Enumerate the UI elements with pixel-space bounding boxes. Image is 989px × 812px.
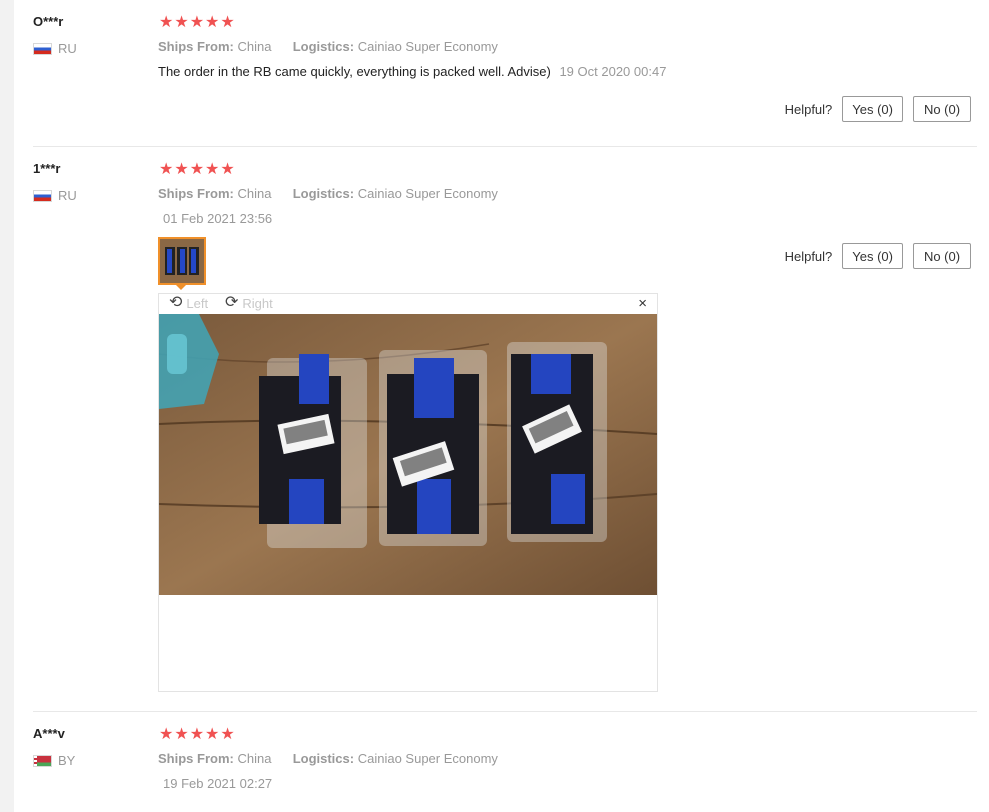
thumbnail-pointer — [176, 285, 186, 290]
helpful-vote: Helpful? Yes (0) No (0) — [785, 96, 971, 122]
rotate-right-label: Right — [242, 295, 273, 311]
review-photo-thumbnail[interactable] — [158, 237, 206, 285]
belarus-flag-icon — [33, 754, 52, 767]
rotate-left-label: Left — [186, 295, 209, 311]
ships-from-label: Ships From: — [158, 39, 234, 54]
star-rating: ★★★★★ — [159, 14, 236, 31]
country-code: BY — [58, 753, 76, 768]
helpful-label: Helpful? — [784, 248, 833, 264]
review-date: 19 Feb 2021 02:27 — [163, 776, 273, 791]
star-rating: ★★★★★ — [159, 726, 236, 743]
country-code: RU — [58, 41, 77, 56]
helpful-label: Helpful? — [784, 101, 833, 117]
review-item: O***r RU ★★★★★ Ships From: China Logisti… — [33, 0, 977, 147]
helpful-no-button[interactable]: No (0) — [913, 96, 971, 122]
reviewer-country: BY — [33, 753, 75, 768]
ships-from-value: China — [237, 186, 272, 201]
review-photo — [159, 314, 657, 595]
rotate-right-button[interactable]: ⟳ Right — [225, 295, 273, 311]
shipping-info: Ships From: China Logistics: Cainiao Sup… — [158, 751, 498, 766]
star-rating: ★★★★★ — [159, 161, 236, 178]
russia-flag-icon — [33, 42, 52, 55]
reviewer-country: RU — [33, 188, 77, 203]
review-item: 1***r RU ★★★★★ Ships From: China Logisti… — [33, 147, 977, 712]
rotate-left-button[interactable]: ⟲ Left — [169, 295, 208, 311]
ships-from-label: Ships From: — [158, 186, 234, 201]
helpful-yes-button[interactable]: Yes (0) — [842, 96, 903, 122]
reviewer-name: 1***r — [33, 161, 61, 176]
logistics-value: Cainiao Super Economy — [357, 751, 498, 766]
helpful-no-button[interactable]: No (0) — [913, 243, 971, 269]
helpful-yes-button[interactable]: Yes (0) — [842, 243, 903, 269]
photo-viewer: ⟲ Left ⟳ Right × — [158, 293, 658, 692]
reviewer-country: RU — [33, 41, 77, 56]
reviewer-name: O***r — [33, 14, 64, 29]
close-icon[interactable]: × — [638, 295, 647, 313]
ships-from-value: China — [237, 751, 272, 766]
ships-from-value: China — [237, 39, 272, 54]
logistics-label: Logistics: — [292, 186, 355, 201]
photo-viewer-toolbar: ⟲ Left ⟳ Right × — [159, 294, 657, 314]
helpful-vote: Helpful? Yes (0) No (0) — [785, 243, 971, 269]
ships-from-label: Ships From: — [158, 751, 234, 766]
country-code: RU — [58, 188, 77, 203]
shipping-info: Ships From: China Logistics: Cainiao Sup… — [158, 39, 498, 54]
review-content: The order in the RB came quickly, everyt… — [158, 64, 666, 79]
shipping-info: Ships From: China Logistics: Cainiao Sup… — [158, 186, 498, 201]
logistics-value: Cainiao Super Economy — [357, 39, 498, 54]
russia-flag-icon — [33, 189, 52, 202]
logistics-value: Cainiao Super Economy — [357, 186, 498, 201]
review-date: 01 Feb 2021 23:56 — [163, 211, 273, 226]
review-date: 19 Oct 2020 00:47 — [559, 64, 667, 79]
rotate-right-icon: ⟳ — [225, 294, 239, 311]
review-item: A***v BY ★★★★★ Ships From: China Logisti… — [33, 712, 977, 812]
reviewer-name: A***v — [33, 726, 65, 741]
logistics-label: Logistics: — [292, 751, 355, 766]
logistics-label: Logistics: — [292, 39, 355, 54]
review-text: The order in the RB came quickly, everyt… — [158, 64, 551, 79]
left-rail — [0, 0, 14, 812]
rotate-left-icon: ⟲ — [169, 294, 183, 311]
